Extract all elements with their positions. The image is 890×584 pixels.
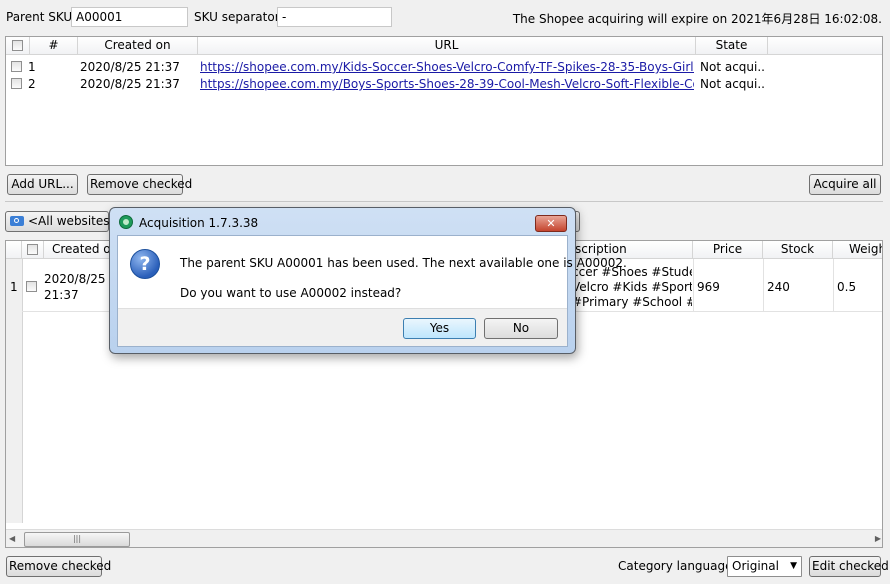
websites-filter-tab[interactable]: <All websites> [5, 211, 120, 232]
scroll-thumb[interactable]: ||| [24, 532, 130, 547]
add-url-button[interactable]: Add URL... [7, 174, 78, 195]
product-col-created[interactable]: Created on [44, 241, 116, 259]
row-state: Not acqui... [700, 77, 764, 91]
select-all-products-checkbox[interactable] [27, 244, 38, 255]
parent-sku-input[interactable]: A00001 [71, 7, 188, 27]
url-col-url[interactable]: URL [198, 37, 696, 55]
separator [5, 201, 883, 202]
remove-checked-products-button[interactable]: Remove checked [6, 556, 111, 577]
row-state: Not acqui... [700, 60, 764, 74]
horizontal-scrollbar[interactable]: ◀ ||| ▶ [6, 529, 882, 547]
remove-checked-urls-button[interactable]: Remove checked [87, 174, 192, 195]
url-col-filler [768, 37, 882, 55]
row-description-line: #Primary #School #... [572, 295, 692, 309]
row-number: 1 [10, 280, 18, 294]
sku-separator-label: SKU separator: [194, 10, 284, 24]
select-all-urls-checkbox[interactable] [12, 40, 23, 51]
row-url-link[interactable]: https://shopee.com.my/Boys-Sports-Shoes-… [200, 76, 694, 92]
product-col-price[interactable]: Price [693, 241, 763, 259]
website-icon [10, 216, 24, 226]
table-row[interactable]: 1 2020/8/25 21:37 https://shopee.com.my/… [6, 58, 882, 75]
close-icon[interactable]: ✕ [535, 215, 567, 232]
dialog-question: Do you want to use A00002 instead? [180, 286, 402, 300]
websites-filter-label: <All websites> [28, 214, 120, 228]
row-checkbox[interactable] [11, 61, 22, 72]
question-icon: ? [130, 249, 160, 279]
row-stock: 240 [767, 280, 790, 294]
parent-sku-label: Parent SKU: [6, 10, 77, 24]
product-header-check[interactable] [22, 241, 44, 259]
cell-divider [833, 259, 834, 312]
row-url-link[interactable]: https://shopee.com.my/Kids-Soccer-Shoes-… [200, 59, 694, 75]
url-col-state[interactable]: State [696, 37, 768, 55]
url-col-created[interactable]: Created on [78, 37, 198, 55]
url-table: # Created on URL State 1 2020/8/25 21:37… [5, 36, 883, 166]
edit-checked-button[interactable]: Edit checked [809, 556, 889, 577]
acquisition-dialog: Acquisition 1.7.3.38 ✕ ? The parent SKU … [109, 207, 627, 354]
scroll-right-arrow-icon[interactable]: ▶ [875, 534, 881, 543]
row-number: 1 [28, 60, 36, 74]
row-weight: 0.5 [837, 280, 857, 294]
chevron-down-icon: ▼ [790, 561, 797, 571]
yes-button[interactable]: Yes [403, 318, 476, 339]
row-checkbox[interactable] [26, 281, 37, 292]
sku-separator-input[interactable]: - [277, 7, 392, 27]
row-created: 2020/8/25 21:37 [80, 60, 180, 74]
product-col-stock[interactable]: Stock [763, 241, 833, 259]
category-language-label: Category language: [618, 559, 737, 573]
acquire-all-button[interactable]: Acquire all [809, 174, 881, 195]
table-row[interactable]: 2 2020/8/25 21:37 https://shopee.com.my/… [6, 75, 882, 92]
dialog-message: The parent SKU A00001 has been used. The… [180, 256, 627, 270]
url-col-num[interactable]: # [30, 37, 78, 55]
cell-divider [763, 259, 764, 312]
dialog-footer: Yes No [118, 308, 567, 346]
row-checkbox[interactable] [11, 78, 22, 89]
dialog-body: ? The parent SKU A00001 has been used. T… [117, 235, 627, 347]
app-icon [119, 215, 133, 229]
no-button[interactable]: No [484, 318, 558, 339]
scroll-left-arrow-icon[interactable]: ◀ [9, 534, 15, 543]
expire-notice: The Shopee acquiring will expire on 2021… [512, 12, 882, 26]
row-created-time: 21:37 [44, 288, 79, 302]
cell-divider [693, 259, 694, 312]
row-created: 2020/8/25 21:37 [80, 77, 180, 91]
row-number: 2 [28, 77, 36, 91]
row-description-line: Velcro #Kids #Sports [572, 280, 692, 294]
url-header-check[interactable] [6, 37, 30, 55]
category-language-select[interactable]: Original ▼ [727, 556, 802, 577]
row-created-date: 2020/8/25 [44, 272, 106, 286]
product-col-weight[interactable]: Weigh [833, 241, 882, 259]
dialog-title: Acquisition 1.7.3.38 [139, 216, 259, 230]
category-language-value: Original [732, 559, 779, 573]
row-price: 969 [697, 280, 720, 294]
product-row-header-corner [6, 241, 22, 259]
